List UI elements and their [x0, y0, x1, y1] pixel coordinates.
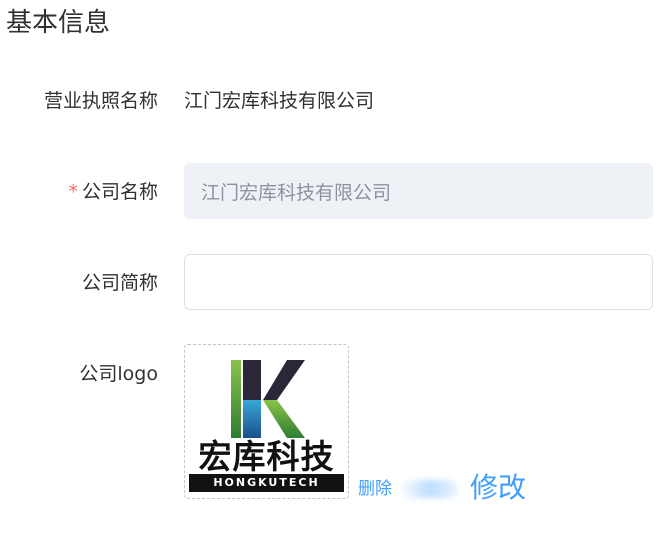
company-name-label-row: * 公司名称 — [68, 179, 158, 205]
logo-text-en: HONGKUTECH — [189, 474, 344, 492]
logo-mark-icon — [231, 360, 305, 438]
company-name-label: 公司名称 — [81, 181, 158, 203]
company-logo-label: 公司logo — [79, 363, 158, 385]
section-title: 基本信息 — [6, 8, 111, 38]
business-license-value: 江门宏库科技有限公司 — [184, 90, 375, 112]
logo-preview[interactable]: 宏库科技 HONGKUTECH — [184, 344, 349, 499]
logo-text-cn: 宏库科技 — [198, 437, 335, 476]
edit-logo-link[interactable]: 修改 — [470, 470, 526, 506]
link-blur-artifact — [402, 480, 458, 498]
company-short-name-input[interactable] — [184, 254, 653, 310]
required-star: * — [68, 181, 78, 203]
company-name-input[interactable] — [184, 163, 653, 219]
delete-logo-link[interactable]: 删除 — [358, 477, 392, 501]
company-short-name-label: 公司简称 — [81, 272, 158, 294]
business-license-label: 营业执照名称 — [43, 90, 158, 112]
